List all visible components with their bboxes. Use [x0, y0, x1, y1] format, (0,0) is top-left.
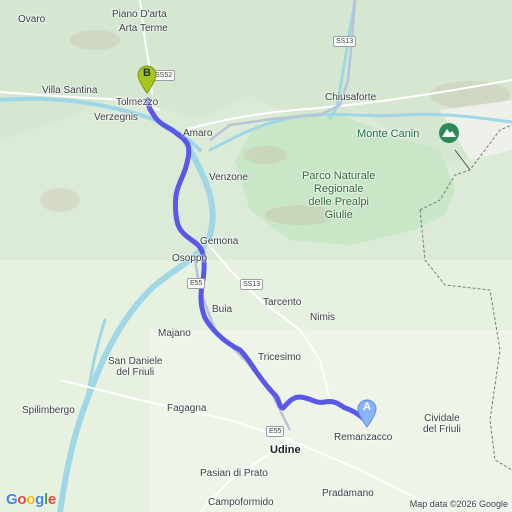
google-logo: Google: [6, 491, 56, 508]
marker-a[interactable]: A: [356, 398, 378, 428]
peak-label: Monte Canin: [357, 128, 420, 140]
place-label-remanzacco: Remanzacco: [334, 432, 393, 443]
mountain-icon[interactable]: [438, 122, 460, 144]
road-shield-e55-south: E55: [266, 426, 285, 437]
map-canvas[interactable]: Ovaro Piano D'arta Arta Terme Villa Sant…: [0, 0, 512, 512]
road-shield-ss13-mid: SS13: [240, 279, 264, 290]
park-label: Parco Naturale Regionale delle Prealpi G…: [302, 170, 376, 221]
place-label-tricesimo: Tricesimo: [258, 352, 301, 363]
place-label-cividale: Cividale del Friuli: [423, 413, 461, 435]
place-label-pradamano: Pradamano: [322, 488, 374, 499]
marker-b-label: B: [143, 67, 151, 79]
marker-a-label: A: [363, 401, 371, 413]
place-label-arta-terme: Arta Terme: [119, 23, 168, 34]
map-base-layer: [0, 0, 512, 512]
place-label-majano: Majano: [158, 328, 191, 339]
place-label-campoformido: Campoformido: [208, 497, 274, 508]
place-label-tolmezzo: Tolmezzo: [116, 97, 159, 108]
marker-b[interactable]: B: [136, 64, 158, 94]
road-shield-ss13-top: SS13: [333, 36, 357, 47]
place-label-buia: Buia: [212, 304, 233, 315]
place-label-venzone: Venzone: [209, 172, 248, 183]
place-label-fagagna: Fagagna: [167, 403, 207, 414]
place-label-tarcento: Tarcento: [263, 297, 302, 308]
place-label-gemona: Gemona: [200, 236, 239, 247]
place-label-san-daniele: San Daniele del Friuli: [108, 356, 163, 378]
place-label-piano-darta: Piano D'arta: [112, 9, 167, 20]
place-label-spilimbergo: Spilimbergo: [22, 405, 75, 416]
place-label-amaro: Amaro: [183, 128, 213, 139]
place-label-udine: Udine: [270, 444, 301, 456]
place-label-verzegnis: Verzegnis: [94, 112, 138, 123]
place-label-pasian: Pasian di Prato: [200, 468, 268, 479]
place-label-ovaro: Ovaro: [18, 14, 46, 25]
place-label-nimis: Nimis: [310, 312, 335, 323]
road-shield-e55-mid: E55: [187, 278, 206, 289]
map-attribution[interactable]: Map data ©2026 Google: [410, 499, 508, 509]
place-label-villa-santina: Villa Santina: [42, 85, 98, 96]
place-label-chiusaforte: Chiusaforte: [325, 92, 377, 103]
place-label-osoppo: Osoppo: [172, 253, 208, 264]
